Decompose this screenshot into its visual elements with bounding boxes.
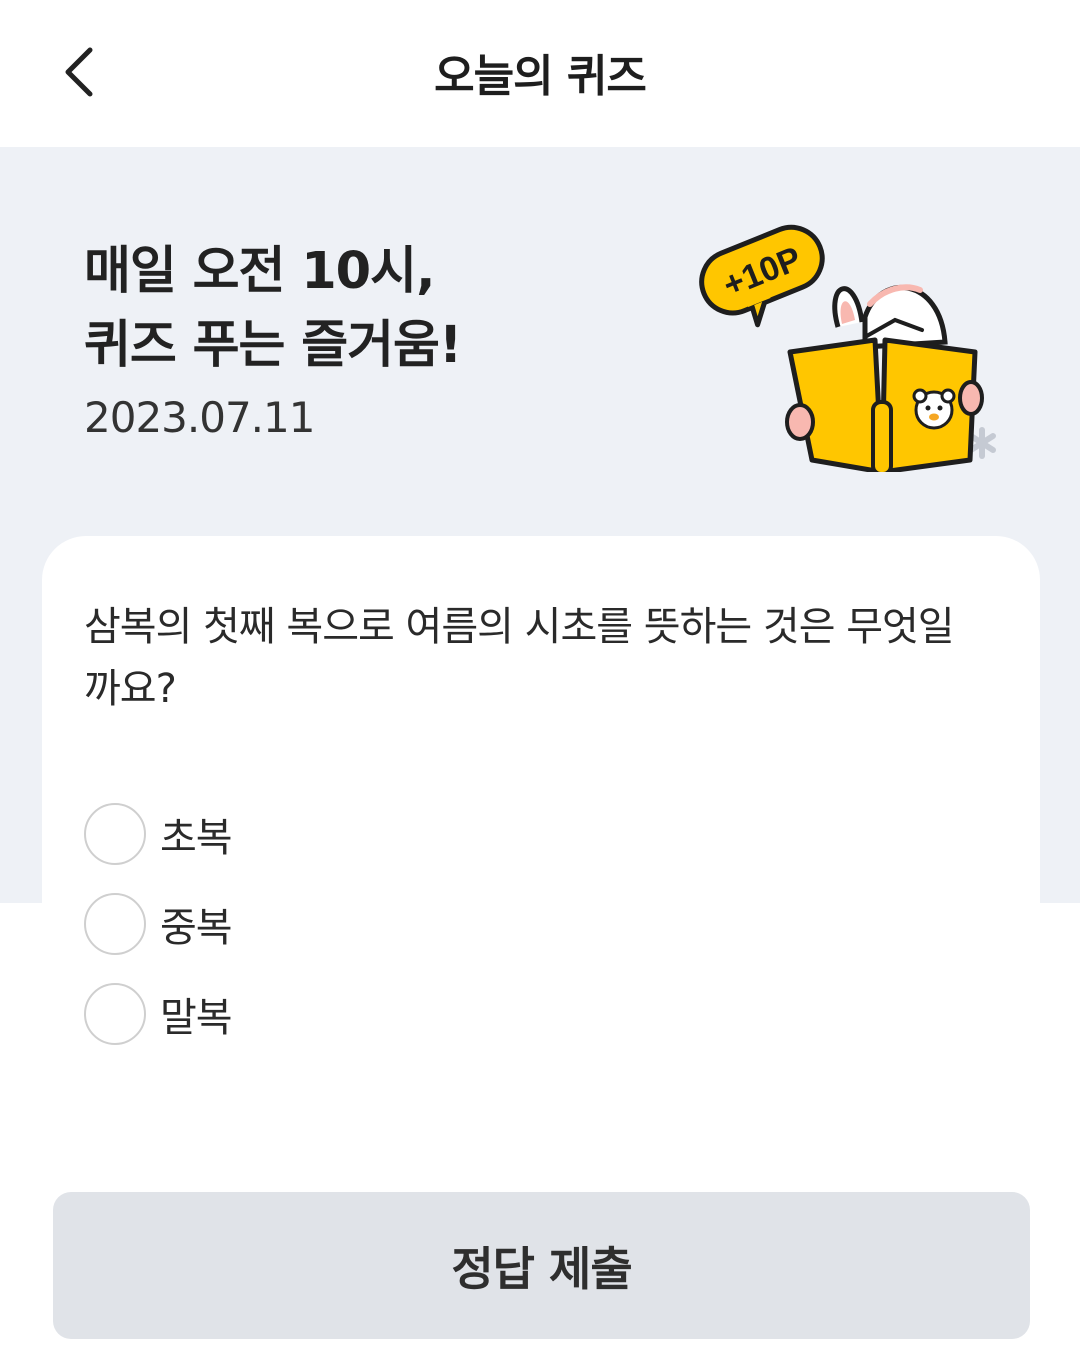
points-badge: +10P <box>699 224 825 328</box>
reading-rabbit-illustration: +10P <box>699 224 996 472</box>
option-label: 중복 <box>160 905 233 951</box>
quiz-date: 2023.07.11 <box>84 393 315 442</box>
option-label: 말복 <box>160 995 233 1041</box>
quiz-card: 삼복의 첫째 복으로 여름의 시초를 뜻하는 것은 무엇일까요? 초복 중복 말… <box>42 536 1040 1096</box>
quiz-question: 삼복의 첫째 복으로 여름의 시초를 뜻하는 것은 무엇일까요? <box>84 604 955 712</box>
hero-title-line2: 퀴즈 푸는 즐거움! <box>84 316 462 375</box>
submit-answer-button[interactable]: 정답 제출 <box>53 1192 1030 1339</box>
top-app-bar: 오늘의 퀴즈 <box>0 0 1080 147</box>
submit-button-label: 정답 제출 <box>451 1241 632 1296</box>
radio-button[interactable] <box>84 803 146 865</box>
option-choice-3[interactable]: 말복 <box>84 982 584 1046</box>
page-title: 오늘의 퀴즈 <box>434 51 647 102</box>
hero-title: 매일 오전 10시, 퀴즈 푸는 즐거움! <box>84 235 462 383</box>
option-choice-2[interactable]: 중복 <box>84 892 584 956</box>
option-choice-1[interactable]: 초복 <box>84 802 584 866</box>
quiz-page: 오늘의 퀴즈 매일 오전 10시, 퀴즈 푸는 즐거움! 2023.07.11 … <box>0 0 1080 1367</box>
hero-title-line1: 매일 오전 10시, <box>84 242 435 301</box>
radio-button[interactable] <box>84 983 146 1045</box>
option-label: 초복 <box>160 815 233 861</box>
radio-button[interactable] <box>84 893 146 955</box>
